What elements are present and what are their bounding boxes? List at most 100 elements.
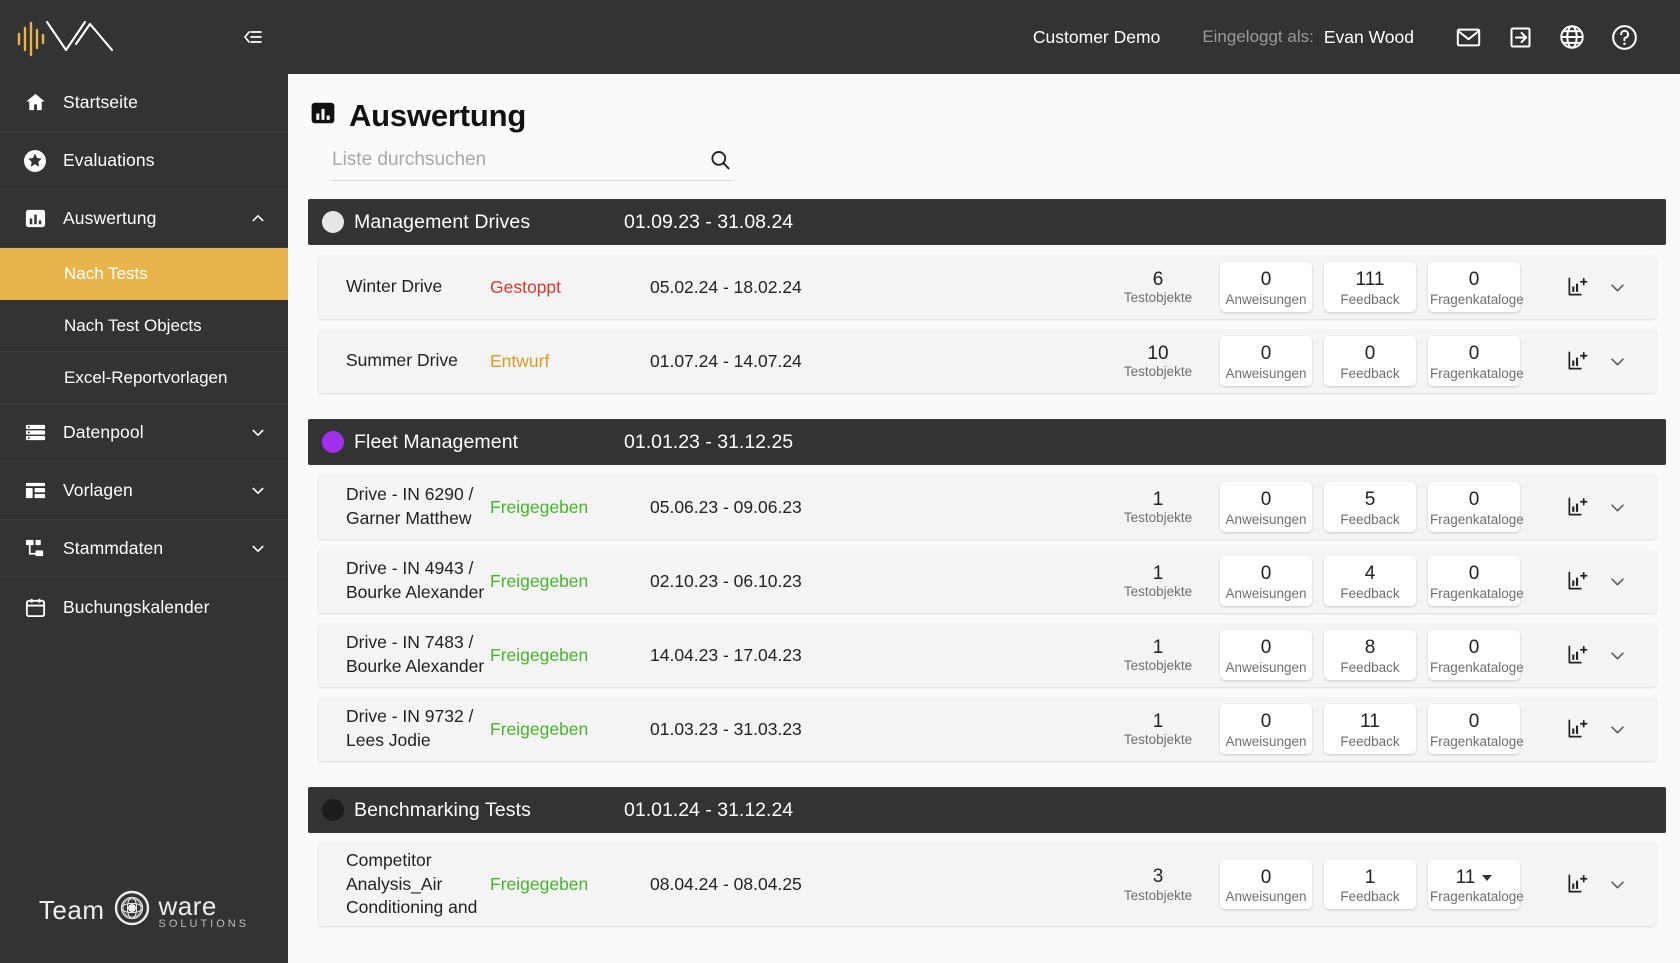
stat-feedback[interactable]: 111 Feedback [1324, 262, 1416, 312]
group-header[interactable]: Benchmarking Tests 01.01.24 - 31.12.24 [308, 787, 1666, 833]
sidebar-item-startseite[interactable]: Startseite [0, 74, 288, 132]
evaluation-row[interactable]: Drive - IN 4943 / Bourke Alexander Freige… [318, 549, 1656, 613]
sidebar-item-buchungskalender[interactable]: Buchungskalender [0, 578, 288, 636]
stat-feedback[interactable]: 0 Feedback [1324, 336, 1416, 386]
chevron-up-icon[interactable] [250, 211, 266, 227]
sidebar-item-datenpool[interactable]: Datenpool [0, 404, 288, 462]
topbar: Customer Demo Eingeloggt als: Evan Wood [288, 0, 1680, 74]
stat-anweisungen[interactable]: 0 Anweisungen [1220, 859, 1312, 910]
testobjekte-label: Testobjekte [1123, 658, 1193, 674]
stat-feedback[interactable]: 4 Feedback [1324, 556, 1416, 606]
globe-icon[interactable] [1546, 11, 1598, 63]
chevron-down-icon[interactable] [1608, 875, 1626, 893]
search-input[interactable] [332, 149, 708, 171]
evaluation-row[interactable]: Winter Drive Gestoppt 05.02.24 - 18.02.24 … [318, 255, 1656, 319]
sidebar-item-vorlagen[interactable]: Vorlagen [0, 462, 288, 520]
evaluation-row[interactable]: Competitor Analysis_Air Conditioning and… [318, 843, 1656, 926]
stat-feedback[interactable]: 1 Feedback [1324, 859, 1416, 910]
chevron-down-icon[interactable] [1608, 646, 1626, 664]
stat-fragenkataloge[interactable]: 11 Fragenkataloge [1428, 859, 1524, 910]
chevron-down-icon[interactable] [250, 541, 266, 557]
anweisungen-value: 0 [1260, 563, 1272, 585]
status-badge: Freigegeben [490, 644, 589, 665]
group-header[interactable]: Fleet Management 01.01.23 - 31.12.25 [308, 419, 1666, 465]
stat-fragenkataloge[interactable]: 0 Fragenkataloge [1428, 262, 1524, 312]
evaluation-row[interactable]: Drive - IN 6290 / Garner Matthew Freigege… [318, 475, 1656, 539]
stat-fragenkataloge[interactable]: 0 Fragenkataloge [1428, 336, 1524, 386]
home-icon [22, 90, 48, 116]
help-icon[interactable] [1598, 11, 1650, 63]
stat-anweisungen[interactable]: 0 Anweisungen [1220, 262, 1312, 312]
user-name[interactable]: Evan Wood [1324, 27, 1414, 48]
caret-down-icon[interactable] [1482, 874, 1493, 881]
anweisungen-value: 0 [1260, 269, 1272, 291]
anweisungen-value: 0 [1260, 866, 1272, 888]
chart-add-icon[interactable] [1566, 569, 1590, 593]
anweisungen-label: Anweisungen [1225, 889, 1307, 905]
chart-add-icon[interactable] [1566, 717, 1590, 741]
group-name: Management Drives [354, 210, 531, 233]
evaluation-row[interactable]: Summer Drive Entwurf 01.07.24 - 14.07.24 1… [318, 329, 1656, 393]
sidebar-item-evaluations[interactable]: Evaluations [0, 132, 288, 190]
collapse-sidebar-button[interactable] [236, 21, 268, 53]
stat-anweisungen[interactable]: 0 Anweisungen [1220, 556, 1312, 606]
evaluation-row[interactable]: Drive - IN 9732 / Lees Jodie Freigegeben 0… [318, 697, 1656, 761]
status-badge: Gestoppt [490, 276, 562, 297]
chevron-down-icon[interactable] [1608, 278, 1626, 296]
testobjekte-value: 6 [1152, 268, 1164, 290]
chart-add-icon[interactable] [1566, 495, 1590, 519]
stat-anweisungen[interactable]: 0 Anweisungen [1220, 630, 1312, 680]
stat-anweisungen[interactable]: 0 Anweisungen [1220, 704, 1312, 754]
row-actions [1536, 349, 1656, 373]
search-icon[interactable] [708, 148, 732, 172]
feedback-label: Feedback [1340, 659, 1400, 675]
stat-anweisungen[interactable]: 0 Anweisungen [1220, 336, 1312, 386]
feedback-value: 8 [1364, 637, 1376, 659]
chevron-down-icon[interactable] [250, 483, 266, 499]
fragenkataloge-label: Fragenkataloge [1430, 889, 1524, 905]
ava-wave-logo[interactable] [14, 14, 134, 60]
sidebar-item-auswertung[interactable]: Auswertung [0, 190, 288, 248]
row-date-range: 14.04.23 - 17.04.23 [650, 644, 802, 665]
sidebar-item-stammdaten[interactable]: Stammdaten [0, 520, 288, 578]
chevron-down-icon[interactable] [1608, 352, 1626, 370]
feedback-value: 11 [1360, 711, 1380, 733]
chevron-down-icon[interactable] [1608, 572, 1626, 590]
fragenkataloge-label: Fragenkataloge [1430, 585, 1524, 601]
sidebar-nav: Startseite Evaluations Auswertung Nach T… [0, 74, 288, 963]
stat-anweisungen[interactable]: 0 Anweisungen [1220, 482, 1312, 532]
anweisungen-value: 0 [1260, 343, 1272, 365]
stat-feedback[interactable]: 8 Feedback [1324, 630, 1416, 680]
evaluation-group: Fleet Management 01.01.23 - 31.12.25 Drive… [308, 419, 1666, 773]
group-header[interactable]: Management Drives 01.09.23 - 31.08.24 [308, 199, 1666, 245]
sidebar-item-nach-test-objects[interactable]: Nach Test Objects [0, 300, 288, 352]
evaluation-row[interactable]: Drive - IN 7483 / Bourke Alexander Freige… [318, 623, 1656, 687]
stat-fragenkataloge[interactable]: 0 Fragenkataloge [1428, 482, 1524, 532]
logout-icon[interactable] [1494, 11, 1546, 63]
bar-chart-icon [22, 206, 48, 232]
stat-fragenkataloge[interactable]: 0 Fragenkataloge [1428, 704, 1524, 754]
sidebar-item-excel-reportvorlagen[interactable]: Excel-Reportvorlagen [0, 352, 288, 404]
sidebar-item-nach-tests[interactable]: Nach Tests [0, 248, 288, 300]
chart-add-icon[interactable] [1566, 872, 1590, 896]
fragenkataloge-value: 0 [1468, 563, 1480, 585]
testobjekte-label: Testobjekte [1123, 732, 1193, 748]
stat-feedback[interactable]: 11 Feedback [1324, 704, 1416, 754]
page-header: Auswertung [288, 74, 1680, 181]
stat-feedback[interactable]: 5 Feedback [1324, 482, 1416, 532]
status-badge: Freigegeben [490, 718, 589, 739]
feedback-value: 0 [1364, 343, 1376, 365]
chart-add-icon[interactable] [1566, 643, 1590, 667]
app-root: Startseite Evaluations Auswertung Nach T… [0, 0, 1680, 963]
sidebar-item-label: Vorlagen [63, 480, 133, 500]
stat-fragenkataloge[interactable]: 0 Fragenkataloge [1428, 556, 1524, 606]
chart-add-icon[interactable] [1566, 349, 1590, 373]
chevron-down-icon[interactable] [1608, 720, 1626, 738]
stat-fragenkataloge[interactable]: 0 Fragenkataloge [1428, 630, 1524, 680]
stat-testobjekte: 1 Testobjekte [1108, 489, 1208, 526]
chevron-down-icon[interactable] [250, 425, 266, 441]
mail-icon[interactable] [1442, 11, 1494, 63]
chevron-down-icon[interactable] [1608, 498, 1626, 516]
chart-add-icon[interactable] [1566, 275, 1590, 299]
testobjekte-label: Testobjekte [1123, 887, 1193, 903]
